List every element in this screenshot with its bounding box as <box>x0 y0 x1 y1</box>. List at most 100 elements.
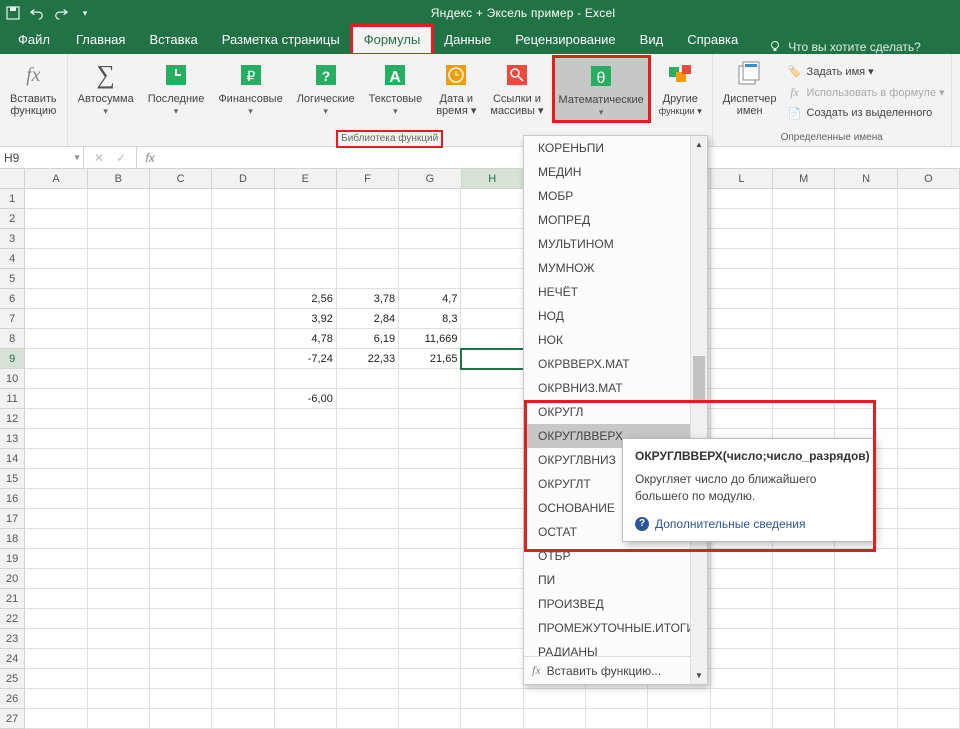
select-all-corner[interactable] <box>0 169 25 188</box>
text-button[interactable]: A Текстовые▾ <box>365 57 427 119</box>
cell[interactable] <box>88 189 150 209</box>
cell[interactable]: -6,00 <box>275 389 337 409</box>
cell[interactable] <box>25 289 87 309</box>
cell[interactable] <box>773 409 835 429</box>
cell[interactable] <box>399 709 461 729</box>
cell[interactable] <box>835 249 897 269</box>
cell[interactable] <box>150 349 212 369</box>
cell[interactable] <box>835 329 897 349</box>
cell[interactable] <box>898 489 960 509</box>
cell[interactable] <box>711 569 773 589</box>
cell[interactable] <box>25 529 87 549</box>
cell[interactable]: 22,33 <box>337 349 399 369</box>
row-header[interactable]: 23 <box>0 629 25 649</box>
cell[interactable] <box>88 309 150 329</box>
cell[interactable] <box>88 669 150 689</box>
cell[interactable] <box>25 589 87 609</box>
scroll-up-icon[interactable]: ▲ <box>691 136 707 153</box>
dropdown-item[interactable]: НОК <box>524 328 707 352</box>
cell[interactable] <box>25 329 87 349</box>
use-in-formula-button[interactable]: fxИспользовать в формуле ▾ <box>787 82 945 102</box>
cell[interactable] <box>88 609 150 629</box>
cell[interactable] <box>212 209 274 229</box>
row-header[interactable]: 4 <box>0 249 25 269</box>
cell[interactable] <box>25 189 87 209</box>
cell[interactable] <box>898 469 960 489</box>
row-header[interactable]: 1 <box>0 189 25 209</box>
cell[interactable] <box>150 249 212 269</box>
cell[interactable] <box>835 369 897 389</box>
cell[interactable] <box>150 589 212 609</box>
cell[interactable] <box>898 409 960 429</box>
name-manager-button[interactable]: Диспетчеримен <box>719 57 781 119</box>
cell[interactable] <box>88 569 150 589</box>
cell[interactable] <box>150 529 212 549</box>
cell[interactable] <box>461 669 523 689</box>
cell[interactable]: 3,92 <box>275 309 337 329</box>
financial-button[interactable]: ₽ Финансовые▾ <box>214 57 286 119</box>
cell[interactable] <box>711 369 773 389</box>
column-header[interactable]: H <box>462 169 524 188</box>
dropdown-item[interactable]: ОКРВВЕРХ.МАТ <box>524 352 707 376</box>
cell[interactable] <box>399 469 461 489</box>
dropdown-item[interactable]: МУЛЬТИНОМ <box>524 232 707 256</box>
cell[interactable] <box>150 469 212 489</box>
row-header[interactable]: 19 <box>0 549 25 569</box>
cell[interactable] <box>150 429 212 449</box>
cell[interactable] <box>898 669 960 689</box>
cell[interactable] <box>150 209 212 229</box>
dropdown-item[interactable]: ПИ <box>524 568 707 592</box>
row-header[interactable]: 17 <box>0 509 25 529</box>
cell[interactable]: 4,7 <box>399 289 461 309</box>
row-header[interactable]: 10 <box>0 369 25 389</box>
cell[interactable] <box>337 509 399 529</box>
cell[interactable]: 3,78 <box>337 289 399 309</box>
cell[interactable] <box>275 709 337 729</box>
cell[interactable] <box>212 589 274 609</box>
cell[interactable] <box>711 269 773 289</box>
cell[interactable] <box>773 369 835 389</box>
row-header[interactable]: 14 <box>0 449 25 469</box>
row-header[interactable]: 27 <box>0 709 25 729</box>
save-icon[interactable] <box>6 6 20 20</box>
cell[interactable] <box>898 229 960 249</box>
column-header[interactable]: G <box>399 169 461 188</box>
column-header[interactable]: D <box>212 169 274 188</box>
cell[interactable] <box>337 529 399 549</box>
cell[interactable] <box>711 649 773 669</box>
cell[interactable] <box>88 289 150 309</box>
cell[interactable] <box>275 369 337 389</box>
row-header[interactable]: 3 <box>0 229 25 249</box>
cell[interactable] <box>212 629 274 649</box>
cell[interactable] <box>275 689 337 709</box>
cell[interactable] <box>461 229 523 249</box>
cell[interactable] <box>337 209 399 229</box>
cell[interactable] <box>399 369 461 389</box>
cell[interactable] <box>212 569 274 589</box>
cell[interactable] <box>898 249 960 269</box>
cell[interactable] <box>835 589 897 609</box>
cell[interactable] <box>399 689 461 709</box>
cell[interactable] <box>399 629 461 649</box>
cell[interactable] <box>150 649 212 669</box>
cell[interactable] <box>835 649 897 669</box>
cell[interactable] <box>25 709 87 729</box>
cell[interactable] <box>399 549 461 569</box>
cell[interactable] <box>399 389 461 409</box>
cell[interactable] <box>711 209 773 229</box>
cell[interactable] <box>275 469 337 489</box>
cell[interactable] <box>275 449 337 469</box>
cell[interactable] <box>898 189 960 209</box>
cell[interactable] <box>898 549 960 569</box>
cell[interactable] <box>898 429 960 449</box>
cell[interactable] <box>88 249 150 269</box>
cell[interactable] <box>88 229 150 249</box>
cell[interactable] <box>461 189 523 209</box>
cell[interactable] <box>88 429 150 449</box>
create-from-selection-button[interactable]: 📄Создать из выделенного <box>787 103 945 123</box>
cell[interactable] <box>461 209 523 229</box>
cell[interactable] <box>835 349 897 369</box>
cell[interactable] <box>773 209 835 229</box>
cell[interactable] <box>88 549 150 569</box>
insert-function-button[interactable]: fx Вставитьфункцию <box>6 57 61 119</box>
